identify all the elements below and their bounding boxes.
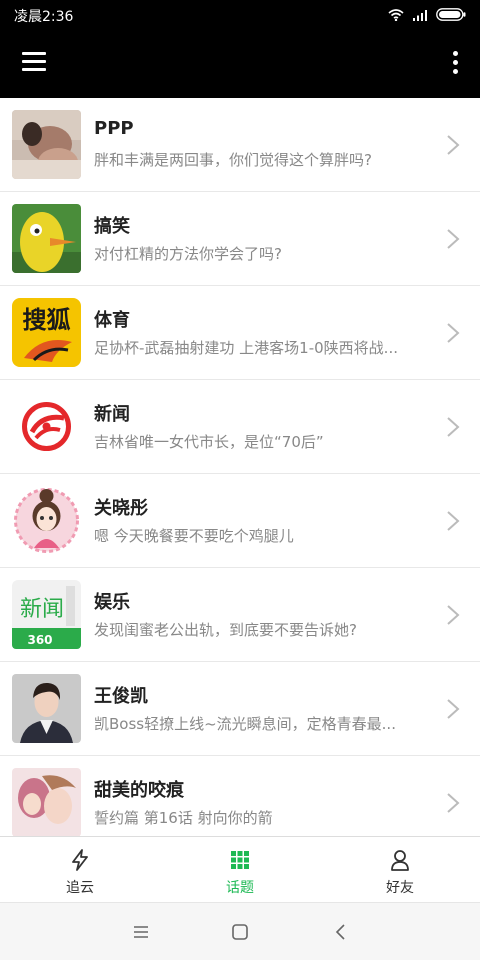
tab-label: 好友 — [386, 880, 414, 896]
topic-list: PPP 胖和丰满是两回事，你们觉得这个算胖吗? 搞笑 对付杠精的方法你学会了吗? — [0, 98, 480, 836]
system-nav-bar — [0, 902, 480, 960]
chevron-right-icon — [447, 323, 460, 343]
topic-item-sports[interactable]: 搜狐 体育 足协杯-武磊抽射建功 上港客场1-0陕西将战... — [0, 286, 480, 380]
topic-title: 搞笑 — [94, 216, 130, 237]
home-icon[interactable] — [231, 923, 249, 941]
status-time: 凌晨2:36 — [14, 9, 74, 25]
topic-description: 足协杯-武磊抽射建功 上港客场1-0陕西将战... — [94, 339, 398, 357]
topic-thumbnail — [12, 110, 81, 179]
topic-thumbnail — [12, 392, 81, 461]
chevron-right-icon — [447, 511, 460, 531]
tab-label: 追云 — [66, 880, 94, 896]
topic-description: 誓约篇 第16话 射向你的箭 — [94, 809, 273, 827]
topic-description: 对付杠精的方法你学会了吗? — [94, 245, 282, 263]
topic-item-funny[interactable]: 搞笑 对付杠精的方法你学会了吗? — [0, 192, 480, 286]
recent-apps-icon[interactable] — [132, 923, 150, 941]
topic-description: 胖和丰满是两回事，你们觉得这个算胖吗? — [94, 151, 372, 169]
chevron-right-icon — [447, 417, 460, 437]
bottom-nav: 追云 话题 好友 — [0, 836, 480, 902]
topic-thumbnail: 新闻 360 — [12, 580, 81, 649]
topic-thumbnail — [12, 768, 81, 836]
topic-thumbnail: 搜狐 — [12, 298, 81, 367]
topic-title: PPP — [94, 118, 134, 139]
wifi-icon — [388, 8, 404, 21]
topic-thumbnail — [12, 204, 81, 273]
chevron-right-icon — [447, 135, 460, 155]
grid-icon — [231, 851, 249, 869]
svg-text:新闻: 新闻 — [20, 597, 64, 622]
status-bar: 凌晨2:36 — [0, 0, 480, 30]
svg-text:搜狐: 搜狐 — [23, 306, 71, 334]
chevron-right-icon — [447, 699, 460, 719]
chevron-right-icon — [447, 793, 460, 813]
topic-description: 吉林省唯一女代市长，是位“70后” — [94, 433, 324, 451]
back-icon[interactable] — [332, 923, 350, 941]
topic-thumbnail — [12, 674, 81, 743]
topic-thumbnail — [12, 486, 81, 555]
topic-item-entertainment[interactable]: 新闻 360 娱乐 发现闺蜜老公出轨，到底要不要告诉她? — [0, 568, 480, 662]
lightning-icon — [72, 849, 88, 871]
topic-item-sweet-bite-marks[interactable]: 甜美的咬痕 誓约篇 第16话 射向你的箭 — [0, 756, 480, 836]
app-bar — [0, 30, 480, 98]
more-options-button[interactable] — [450, 48, 462, 78]
topic-item-ppp[interactable]: PPP 胖和丰满是两回事，你们觉得这个算胖吗? — [0, 98, 480, 192]
topic-item-news[interactable]: 新闻 吉林省唯一女代市长，是位“70后” — [0, 380, 480, 474]
topic-title: 王俊凯 — [94, 686, 148, 707]
topic-title: 甜美的咬痕 — [94, 780, 184, 801]
svg-text:360: 360 — [27, 633, 52, 647]
topic-description: 嗯 今天晚餐要不要吃个鸡腿儿 — [94, 527, 294, 545]
menu-button[interactable] — [22, 52, 46, 72]
tab-zhuiyun[interactable]: 追云 — [0, 837, 160, 903]
signal-icon — [413, 9, 427, 21]
topic-description: 发现闺蜜老公出轨，到底要不要告诉她? — [94, 621, 357, 639]
topic-title: 娱乐 — [94, 592, 130, 613]
topic-title: 新闻 — [94, 404, 130, 425]
battery-icon — [436, 8, 466, 21]
topic-item-wang-junkai[interactable]: 王俊凯 凯Boss轻撩上线~流光瞬息间，定格青春最... — [0, 662, 480, 756]
tab-haoyou[interactable]: 好友 — [320, 837, 480, 903]
chevron-right-icon — [447, 229, 460, 249]
tab-huati[interactable]: 话题 — [160, 837, 320, 903]
chevron-right-icon — [447, 605, 460, 625]
person-icon — [391, 850, 409, 871]
topic-description: 凯Boss轻撩上线~流光瞬息间，定格青春最... — [94, 715, 396, 733]
topic-item-guan-xiaotong[interactable]: 关晓彤 嗯 今天晚餐要不要吃个鸡腿儿 — [0, 474, 480, 568]
status-icons — [388, 8, 466, 21]
topic-title: 关晓彤 — [94, 498, 148, 519]
topic-title: 体育 — [94, 310, 130, 331]
tab-label: 话题 — [226, 880, 254, 896]
